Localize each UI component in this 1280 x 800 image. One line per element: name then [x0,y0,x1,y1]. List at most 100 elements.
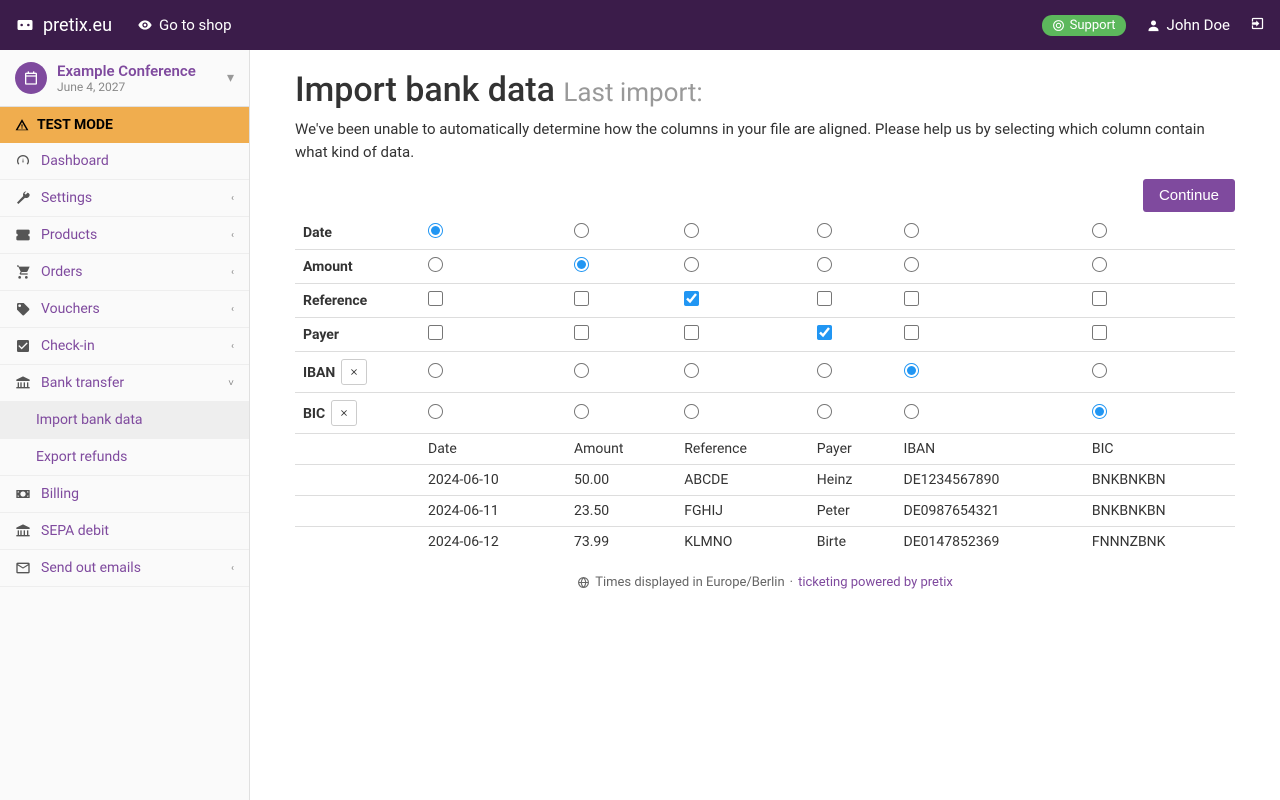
nav-orders[interactable]: Orders ‹ [0,254,249,291]
mapping-row: IBAN [295,352,1235,393]
radio-input[interactable] [817,223,832,238]
topbar-right: Support John Doe [1042,15,1265,36]
row-label: Payer [295,318,420,352]
event-date: June 4, 2027 [57,80,217,94]
checkbox-input[interactable] [574,325,589,340]
continue-button[interactable]: Continue [1143,179,1235,212]
radio-input[interactable] [817,363,832,378]
logout-icon [1250,16,1265,31]
empty-cell [295,496,420,527]
caret-down-icon: ▾ [227,70,234,86]
checkbox-input[interactable] [574,291,589,306]
brand-link[interactable]: pretix.eu [15,15,112,36]
radio-input[interactable] [684,363,699,378]
mapping-cell [1084,284,1235,318]
nav-settings[interactable]: Settings ‹ [0,180,249,217]
radio-input[interactable] [428,404,443,419]
mapping-cell [566,216,676,250]
radio-input[interactable] [428,257,443,272]
preview-header-cell: Date [420,434,566,465]
radio-input[interactable] [904,223,919,238]
nav-orders-label: Orders [41,264,83,280]
radio-input[interactable] [817,257,832,272]
mapping-cell [1084,216,1235,250]
checkbox-input[interactable] [1092,325,1107,340]
nav-billing[interactable]: Billing [0,476,249,513]
radio-input[interactable] [574,363,589,378]
checkbox-input[interactable] [428,291,443,306]
nav-vouchers[interactable]: Vouchers ‹ [0,291,249,328]
nav-products[interactable]: Products ‹ [0,217,249,254]
radio-input[interactable] [817,404,832,419]
topbar: pretix.eu Go to shop Support John Doe [0,0,1280,50]
remove-row-button[interactable] [331,400,357,426]
radio-input[interactable] [574,257,589,272]
mapping-row: Date [295,216,1235,250]
radio-input[interactable] [904,404,919,419]
mapping-cell [896,318,1084,352]
radio-input[interactable] [684,404,699,419]
radio-input[interactable] [904,363,919,378]
checkbox-input[interactable] [684,291,699,306]
chevron-left-icon: ‹ [231,341,234,352]
preview-header-cell: Payer [809,434,896,465]
nav-bank-transfer-label: Bank transfer [41,375,124,391]
event-header[interactable]: Example Conference June 4, 2027 ▾ [0,50,249,107]
powered-link[interactable]: ticketing powered by pretix [798,575,953,590]
radio-input[interactable] [574,404,589,419]
radio-input[interactable] [428,363,443,378]
checkbox-input[interactable] [817,325,832,340]
row-label: Reference [295,284,420,318]
radio-input[interactable] [428,223,443,238]
checkbox-input[interactable] [1092,291,1107,306]
preview-cell: DE0987654321 [896,496,1084,527]
mapping-cell [1084,393,1235,434]
envelope-icon [15,560,31,576]
life-ring-icon [1052,19,1065,32]
nav-import-bank-data-label: Import bank data [36,412,143,428]
nav-export-refunds[interactable]: Export refunds [0,439,249,476]
user-menu[interactable]: John Doe [1146,16,1230,34]
nav-dashboard[interactable]: Dashboard [0,143,249,180]
radio-input[interactable] [1092,223,1107,238]
nav-sepa-debit[interactable]: SEPA debit [0,513,249,550]
preview-cell: DE0147852369 [896,527,1084,558]
radio-input[interactable] [574,223,589,238]
sidebar: Example Conference June 4, 2027 ▾ TEST M… [0,50,250,800]
radio-input[interactable] [1092,257,1107,272]
checkbox-input[interactable] [904,325,919,340]
main-content: Import bank data Last import: We've been… [250,50,1280,800]
preview-cell: BNKBNKBN [1084,465,1235,496]
radio-input[interactable] [1092,363,1107,378]
shop-link-text: Go to shop [159,16,232,34]
mapping-cell [420,250,566,284]
mapping-cell [676,250,809,284]
preview-cell: Birte [809,527,896,558]
mapping-row: Reference [295,284,1235,318]
mapping-cell [676,284,809,318]
checkbox-input[interactable] [428,325,443,340]
mapping-cell [809,250,896,284]
nav-checkin[interactable]: Check-in ‹ [0,328,249,365]
nav-billing-label: Billing [41,486,79,502]
empty-cell [295,434,420,465]
checkbox-input[interactable] [817,291,832,306]
preview-cell: 2024-06-11 [420,496,566,527]
support-badge[interactable]: Support [1042,15,1126,36]
nav-send-emails[interactable]: Send out emails ‹ [0,550,249,587]
preview-cell: Peter [809,496,896,527]
logout-link[interactable] [1250,16,1265,35]
radio-input[interactable] [904,257,919,272]
ticket-icon [15,227,31,243]
checkbox-input[interactable] [904,291,919,306]
radio-input[interactable] [684,223,699,238]
radio-input[interactable] [1092,404,1107,419]
remove-row-button[interactable] [341,359,367,385]
radio-input[interactable] [684,257,699,272]
nav-bank-transfer[interactable]: Bank transfer ˅ [0,365,249,402]
nav-import-bank-data[interactable]: Import bank data [0,402,249,439]
preview-cell: 23.50 [566,496,676,527]
checkbox-input[interactable] [684,325,699,340]
go-to-shop-link[interactable]: Go to shop [137,16,232,34]
nav-sepa-debit-label: SEPA debit [41,523,109,539]
